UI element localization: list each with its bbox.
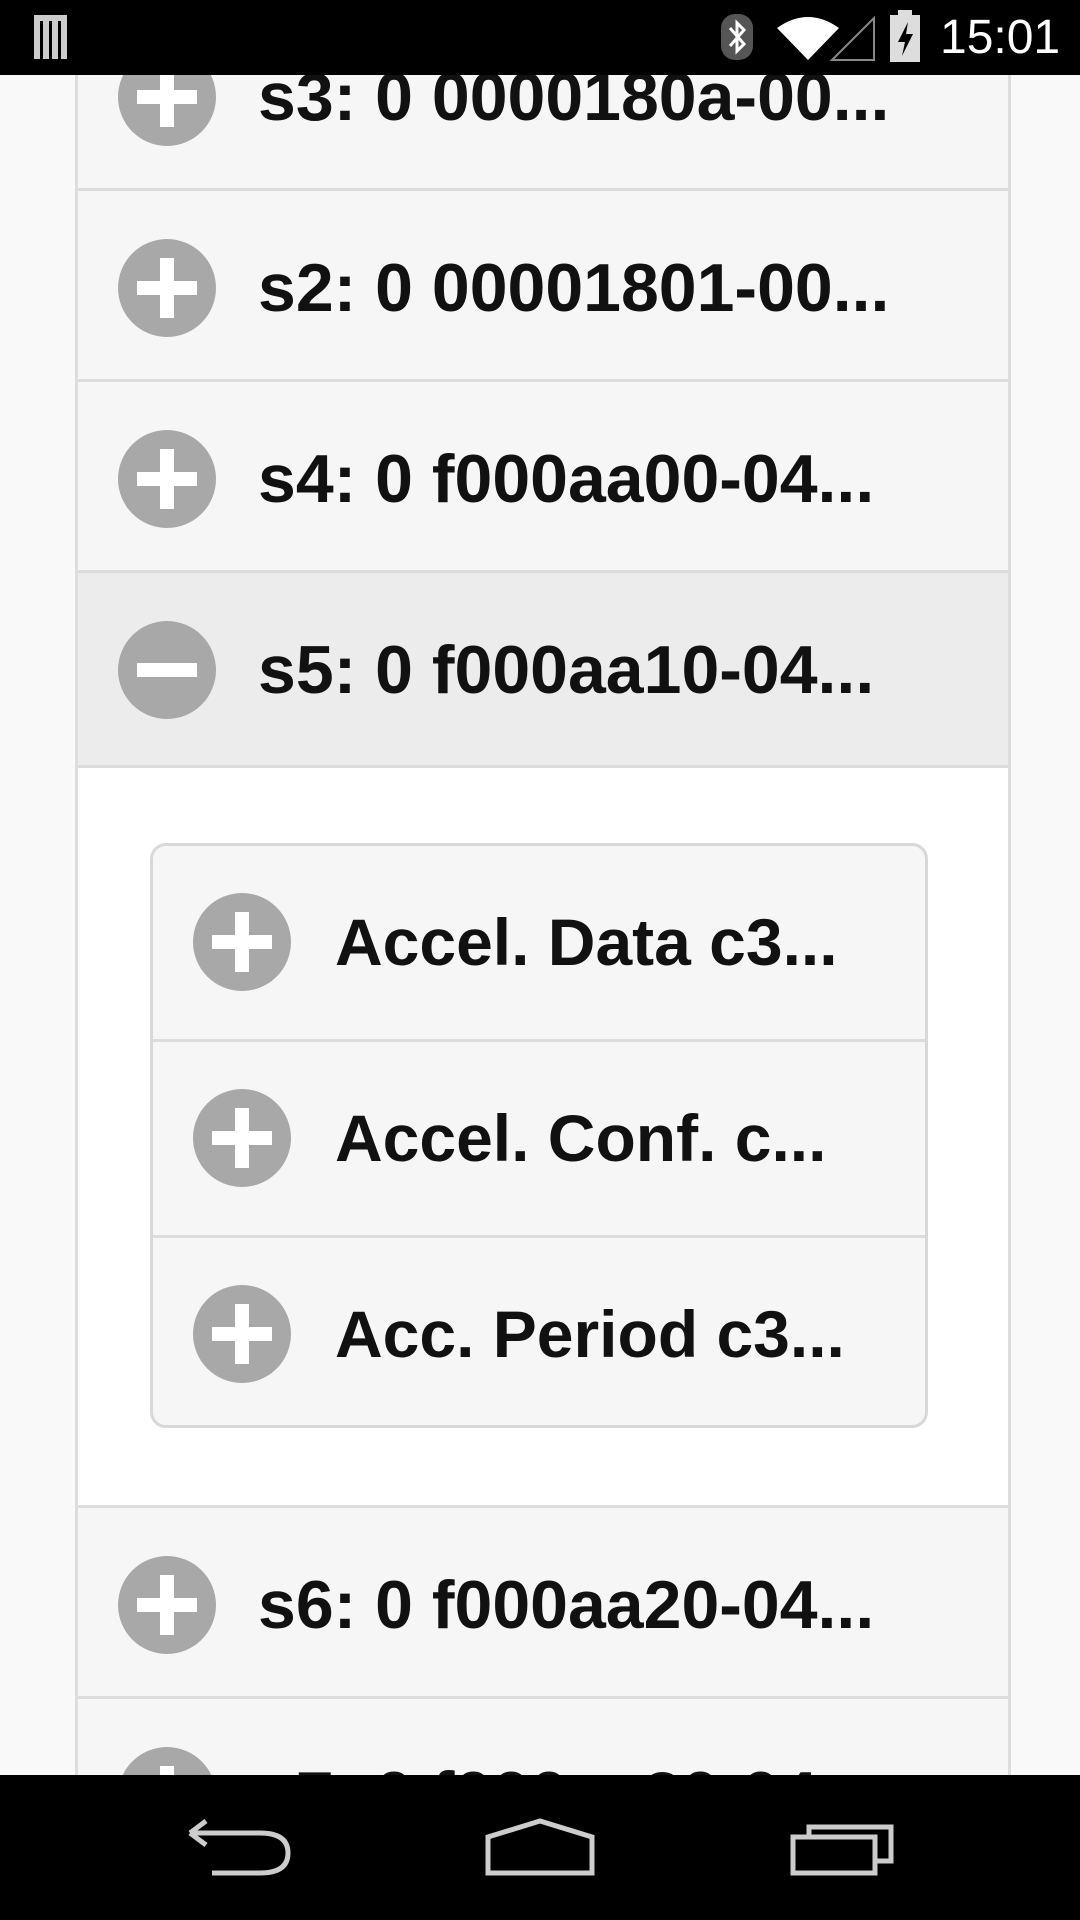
status-bar: 15:01 [0,0,1080,75]
status-clock: 15:01 [940,11,1061,64]
service-label: s4: 0 f000aa00-04... [258,441,875,517]
service-label: s3: 0 0000180a-00... [258,75,890,135]
service-row-s5[interactable]: s5: 0 f000aa10-04... [78,573,1008,768]
characteristic-label: Accel. Conf. c... [335,1101,827,1175]
service-s5-expanded-panel: Accel. Data c3... Accel. Conf. c... Acc.… [78,768,1008,1508]
recents-button[interactable] [745,1775,945,1920]
screen: 15:01 s3: 0 0000180a-00... s2: 0 0000180… [0,0,1080,1920]
expand-plus-icon[interactable] [118,430,216,528]
service-label: s5: 0 f000aa10-04... [258,632,875,708]
service-list: s3: 0 0000180a-00... s2: 0 00001801-00..… [75,75,1011,1775]
expand-plus-icon[interactable] [193,1089,291,1187]
signal-icon [829,15,875,61]
navigation-bar [0,1775,1080,1920]
back-button[interactable] [140,1775,340,1920]
characteristic-label: Acc. Period c3... [335,1297,845,1371]
service-label: s6: 0 f000aa20-04... [258,1567,875,1643]
notification-icon [34,15,67,59]
battery-charging-icon [890,10,920,62]
service-list-viewport[interactable]: s3: 0 0000180a-00... s2: 0 00001801-00..… [0,75,1080,1775]
characteristic-row-accel-data[interactable]: Accel. Data c3... [153,846,925,1042]
home-icon [485,1818,595,1876]
service-row-s7[interactable]: s7: 0 f000aa30-04... [78,1699,1008,1775]
service-row-s4[interactable]: s4: 0 f000aa00-04... [78,382,1008,573]
service-row-s3[interactable]: s3: 0 0000180a-00... [78,75,1008,191]
service-label: s7: 0 f000aa30-04... [258,1747,874,1775]
back-icon [188,1819,291,1876]
recents-icon [790,1824,894,1876]
characteristic-list: Accel. Data c3... Accel. Conf. c... Acc.… [150,843,928,1428]
bluetooth-icon [721,14,753,60]
expand-plus-icon[interactable] [193,893,291,991]
service-label: s2: 0 00001801-00... [258,250,890,326]
collapse-minus-icon[interactable] [118,621,216,719]
expand-plus-icon[interactable] [118,75,216,146]
service-row-s2[interactable]: s2: 0 00001801-00... [78,191,1008,382]
characteristic-label: Accel. Data c3... [335,905,838,979]
expand-plus-icon[interactable] [193,1285,291,1383]
expand-plus-icon[interactable] [118,239,216,337]
home-button[interactable] [440,1775,640,1920]
characteristic-row-accel-conf[interactable]: Accel. Conf. c... [153,1042,925,1238]
service-row-s6[interactable]: s6: 0 f000aa20-04... [78,1508,1008,1699]
expand-plus-icon[interactable] [118,1747,216,1775]
characteristic-row-acc-period[interactable]: Acc. Period c3... [153,1238,925,1425]
expand-plus-icon[interactable] [118,1556,216,1654]
